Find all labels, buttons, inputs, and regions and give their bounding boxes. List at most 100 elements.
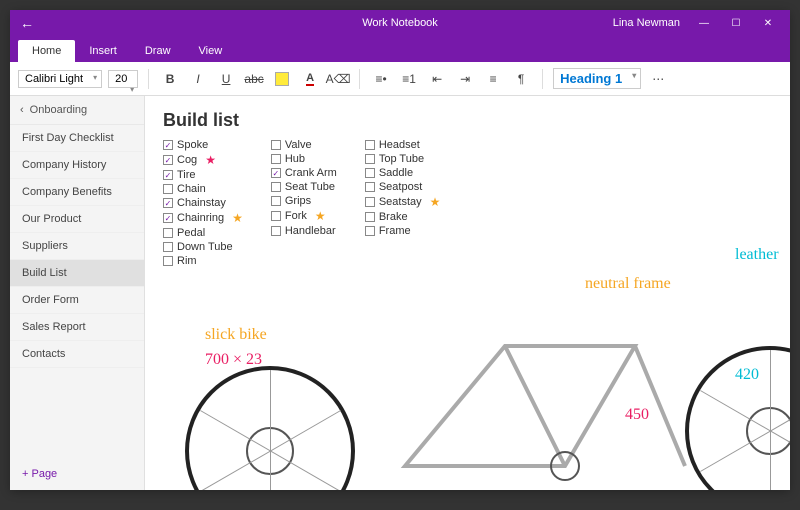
checkbox-icon[interactable] (271, 211, 281, 221)
checklist-item[interactable]: Tire (163, 169, 243, 181)
sidebar-item[interactable]: Suppliers (10, 233, 144, 260)
checklist-label: Tire (177, 169, 196, 181)
checkbox-icon[interactable] (163, 242, 173, 252)
sidebar-item[interactable]: Build List (10, 260, 144, 287)
star-tag-icon[interactable]: ★ (232, 211, 243, 225)
checklist-item[interactable]: Chainstay (163, 197, 243, 209)
checkbox-icon[interactable] (365, 182, 375, 192)
checklist-item[interactable]: Hub (271, 153, 337, 165)
clear-format-button[interactable]: A⌫ (327, 68, 349, 90)
checklist-label: Brake (379, 211, 408, 223)
checkbox-icon[interactable] (163, 184, 173, 194)
maximize-button[interactable]: ☐ (722, 18, 750, 29)
sidebar-item[interactable]: First Day Checklist (10, 125, 144, 152)
bullet-list-button[interactable]: ≡• (370, 68, 392, 90)
checklist-item[interactable]: Chain (163, 183, 243, 195)
checkbox-icon[interactable] (163, 213, 173, 223)
checklist-item[interactable]: Down Tube (163, 241, 243, 253)
checklist-item[interactable]: Saddle (365, 167, 441, 179)
tab-home[interactable]: Home (18, 40, 75, 62)
star-tag-icon[interactable]: ★ (315, 209, 326, 223)
sidebar-item[interactable]: Our Product (10, 206, 144, 233)
checkbox-icon[interactable] (365, 168, 375, 178)
checkbox-icon[interactable] (163, 256, 173, 266)
checkbox-icon[interactable] (271, 226, 281, 236)
ink-annotation: 450 (625, 406, 649, 424)
star-tag-icon[interactable]: ★ (205, 153, 216, 167)
checklist-item[interactable]: Cog★ (163, 153, 243, 167)
font-name-select[interactable]: Calibri Light (18, 70, 102, 88)
outdent-button[interactable]: ⇤ (426, 68, 448, 90)
sidebar-item[interactable]: Sales Report (10, 314, 144, 341)
checklist-item[interactable]: Rim (163, 255, 243, 267)
checklist-label: Chainring (177, 212, 224, 224)
chevron-left-icon[interactable]: ‹ (20, 104, 24, 116)
checklist-item[interactable]: Chainring ★ (163, 211, 243, 225)
strikethrough-button[interactable]: abc (243, 68, 265, 90)
style-more-button[interactable]: ⋯ (647, 68, 669, 90)
section-name[interactable]: Onboarding (30, 104, 88, 116)
highlight-color-button[interactable] (271, 68, 293, 90)
checkbox-icon[interactable] (271, 168, 281, 178)
checkbox-icon[interactable] (365, 226, 375, 236)
user-name[interactable]: Lina Newman (607, 17, 686, 29)
bike-frame (385, 316, 705, 490)
ink-annotation: 700 × 23 (205, 351, 262, 369)
page-canvas[interactable]: Build list SpokeCog★TireChainChainstayCh… (145, 96, 790, 490)
checklist-item[interactable]: Grips (271, 195, 337, 207)
font-size-select[interactable]: 20 (108, 70, 138, 88)
checklist-item[interactable]: Fork★ (271, 209, 337, 223)
font-color-button[interactable]: A (299, 68, 321, 90)
checklist-item[interactable]: Crank Arm (271, 167, 337, 179)
checklist-item[interactable]: Seat Tube (271, 181, 337, 193)
bold-button[interactable]: B (159, 68, 181, 90)
star-tag-icon[interactable]: ★ (430, 195, 441, 209)
checklist-item[interactable]: Spoke (163, 139, 243, 151)
close-button[interactable]: ✕ (754, 18, 782, 29)
tab-draw[interactable]: Draw (131, 40, 185, 62)
checkbox-icon[interactable] (163, 198, 173, 208)
align-button[interactable]: ≡ (482, 68, 504, 90)
checkbox-icon[interactable] (271, 140, 281, 150)
heading-style-select[interactable]: Heading 1 (553, 68, 641, 89)
back-button[interactable]: ← (10, 15, 44, 31)
checkbox-icon[interactable] (365, 154, 375, 164)
checkbox-icon[interactable] (365, 212, 375, 222)
checklist-item[interactable]: Valve (271, 139, 337, 151)
checkbox-icon[interactable] (271, 196, 281, 206)
checkbox-icon[interactable] (271, 154, 281, 164)
minimize-button[interactable]: — (690, 18, 718, 29)
paragraph-button[interactable]: ¶ (510, 68, 532, 90)
checklist-item[interactable]: Headset (365, 139, 441, 151)
indent-button[interactable]: ⇥ (454, 68, 476, 90)
checklist-item[interactable]: Handlebar (271, 225, 337, 237)
checkbox-icon[interactable] (271, 182, 281, 192)
checkbox-icon[interactable] (163, 140, 173, 150)
sidebar-item[interactable]: Contacts (10, 341, 144, 368)
checklist-item[interactable]: Pedal (163, 227, 243, 239)
checklist-item[interactable]: Seatpost (365, 181, 441, 193)
ink-annotation: slick bike (205, 326, 267, 344)
tab-insert[interactable]: Insert (75, 40, 131, 62)
underline-button[interactable]: U (215, 68, 237, 90)
sidebar-item[interactable]: Order Form (10, 287, 144, 314)
sidebar-item[interactable]: Company History (10, 152, 144, 179)
checkbox-icon[interactable] (365, 197, 375, 207)
sidebar-item[interactable]: Company Benefits (10, 179, 144, 206)
checkbox-icon[interactable] (163, 155, 173, 165)
checklist-item[interactable]: Seatstay★ (365, 195, 441, 209)
tab-view[interactable]: View (185, 40, 237, 62)
checklist-item[interactable]: Brake (365, 211, 441, 223)
checkbox-icon[interactable] (163, 170, 173, 180)
separator (542, 69, 543, 89)
checkbox-icon[interactable] (163, 228, 173, 238)
italic-button[interactable]: I (187, 68, 209, 90)
checklist-label: Valve (285, 139, 312, 151)
add-page-button[interactable]: + Page (10, 458, 144, 490)
ink-annotation: leather (735, 246, 779, 264)
checklist-item[interactable]: Top Tube (365, 153, 441, 165)
number-list-button[interactable]: ≡1 (398, 68, 420, 90)
checklist-item[interactable]: Frame (365, 225, 441, 237)
checkbox-icon[interactable] (365, 140, 375, 150)
checklist-label: Seatpost (379, 181, 422, 193)
